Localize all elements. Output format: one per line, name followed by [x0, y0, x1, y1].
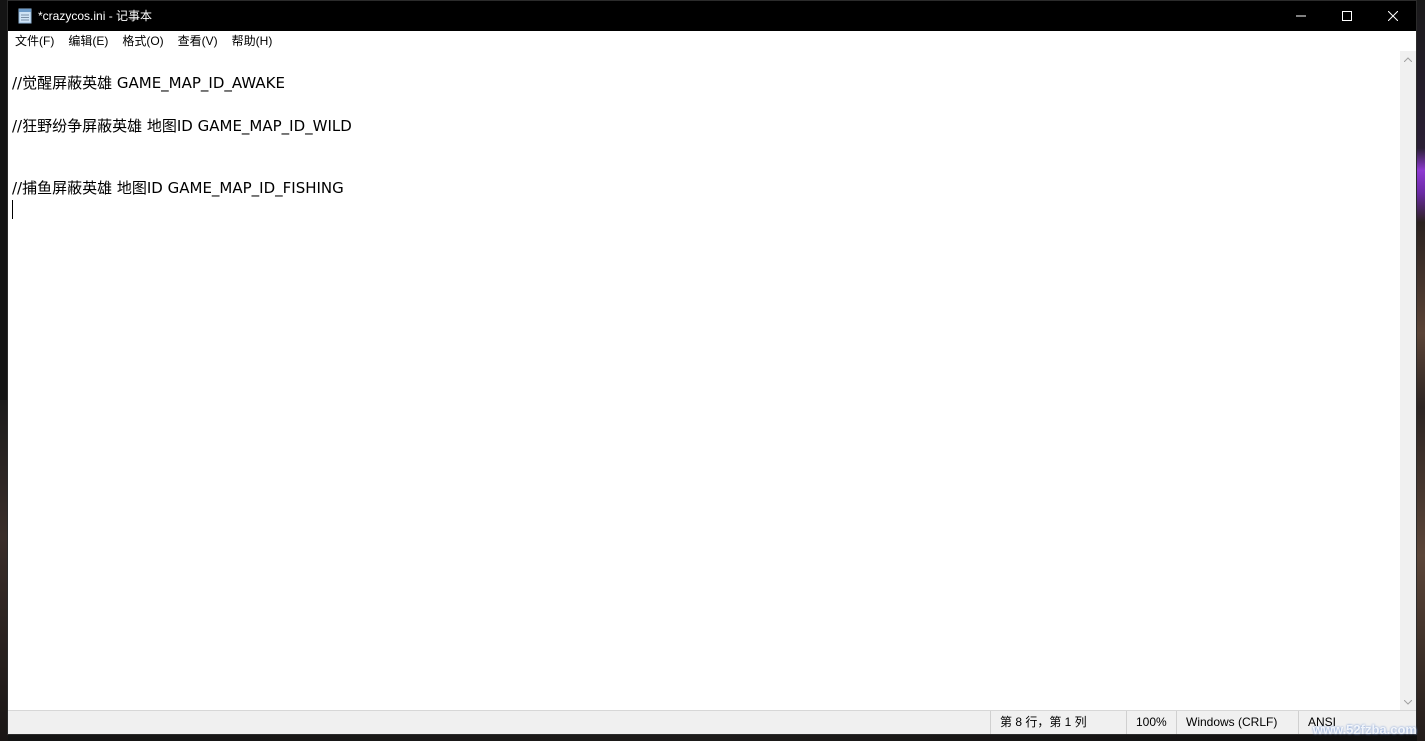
site-watermark: www.52fzba.com: [1312, 722, 1417, 737]
title-bar[interactable]: *crazycos.ini - 记事本: [8, 1, 1416, 31]
window-title: *crazycos.ini - 记事本: [38, 9, 153, 23]
menu-format[interactable]: 格式(O): [115, 31, 170, 51]
editor-line-awake: //觉醒屏蔽英雄 GAME_MAP_ID_AWAKE: [12, 74, 285, 92]
menu-file[interactable]: 文件(F): [8, 31, 61, 51]
maximize-icon: [1342, 11, 1352, 21]
notepad-icon: [18, 8, 32, 24]
desktop-wallpaper-right: [1417, 0, 1425, 741]
close-button[interactable]: [1370, 1, 1416, 31]
status-cursor-position: 第 8 行，第 1 列: [990, 711, 1126, 734]
maximize-button[interactable]: [1324, 1, 1370, 31]
menu-edit[interactable]: 编辑(E): [61, 31, 115, 51]
menu-bar: 文件(F) 编辑(E) 格式(O) 查看(V) 帮助(H): [8, 31, 1416, 51]
chevron-down-icon: [1404, 700, 1412, 705]
scroll-up-button[interactable]: [1400, 51, 1416, 68]
vertical-scrollbar[interactable]: [1400, 51, 1416, 711]
status-bar: 第 8 行，第 1 列 100% Windows (CRLF) ANSI: [8, 710, 1416, 734]
editor-line-fishing: //捕鱼屏蔽英雄 地图ID GAME_MAP_ID_FISHING: [12, 179, 344, 197]
menu-help[interactable]: 帮助(H): [225, 31, 280, 51]
close-icon: [1388, 11, 1398, 21]
menu-view[interactable]: 查看(V): [171, 31, 225, 51]
notepad-window: *crazycos.ini - 记事本 文件(F) 编辑(E) 格式(O) 查看…: [7, 0, 1417, 735]
status-line-ending: Windows (CRLF): [1176, 711, 1298, 734]
chevron-up-icon: [1404, 57, 1412, 62]
minimize-icon: [1296, 15, 1306, 17]
minimize-button[interactable]: [1278, 1, 1324, 31]
scroll-down-button[interactable]: [1400, 694, 1416, 711]
status-zoom: 100%: [1126, 711, 1176, 734]
text-editor[interactable]: //觉醒屏蔽英雄 GAME_MAP_ID_AWAKE //狂野纷争屏蔽英雄 地图…: [8, 51, 1401, 711]
text-caret: [12, 200, 13, 219]
editor-line-wild: //狂野纷争屏蔽英雄 地图ID GAME_MAP_ID_WILD: [12, 117, 352, 135]
